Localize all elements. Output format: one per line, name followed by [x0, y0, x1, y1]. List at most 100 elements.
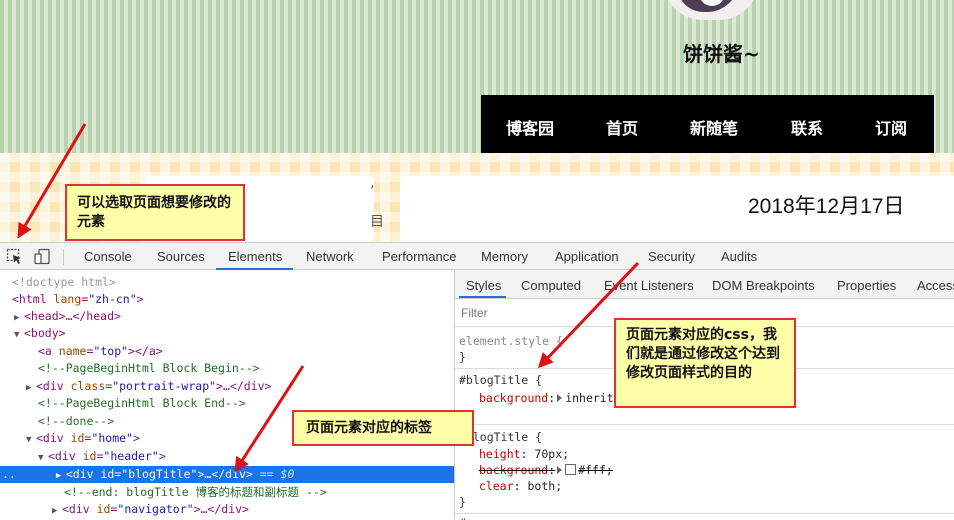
- tag-text: <head>…</head>: [24, 309, 121, 323]
- element-style-close: }: [459, 350, 466, 364]
- tab-elements[interactable]: Elements: [228, 249, 282, 264]
- attr-name: class: [70, 379, 106, 393]
- comment-text: <!--done-->: [38, 414, 115, 428]
- rule1-selector[interactable]: #blogTitle {: [459, 372, 542, 388]
- nav-item-new-post[interactable]: 新随笔: [690, 115, 738, 139]
- css-value[interactable]: 70px;: [534, 447, 569, 461]
- rule-separator: [455, 513, 954, 514]
- tab-console[interactable]: Console: [84, 249, 132, 264]
- dom-node-navigator[interactable]: ▶ <div id="navigator">…</div>: [52, 501, 249, 518]
- tag-text: <div: [48, 449, 83, 463]
- blog-title[interactable]: 饼饼酱~: [683, 38, 760, 67]
- element-style-selector[interactable]: element.style {: [459, 333, 563, 349]
- collapse-triangle-icon[interactable]: ▼: [26, 432, 36, 449]
- subtab-styles[interactable]: Styles: [466, 278, 501, 293]
- attr-name: name: [58, 344, 87, 358]
- dom-node-header[interactable]: ▼ <div id="header">: [38, 448, 166, 465]
- expand-triangle-icon[interactable]: ▶: [56, 468, 66, 485]
- tag-text: <div: [36, 379, 71, 393]
- callout-tag-text: 页面元素对应的标签: [306, 420, 432, 436]
- tag-close: >…</div>: [216, 379, 272, 393]
- dom-node-comment-done[interactable]: <!--done-->: [38, 413, 114, 430]
- css-property[interactable]: clear: [479, 479, 514, 493]
- tag-text: <html: [12, 292, 54, 306]
- tab-application[interactable]: Application: [555, 249, 619, 264]
- tab-memory[interactable]: Memory: [481, 249, 528, 264]
- tag-close: >: [132, 431, 140, 445]
- comment-text: <!--PageBeginHtml Block Begin-->: [38, 361, 260, 375]
- selected-marker: == $0: [252, 467, 295, 481]
- rule2-background-decl-overridden[interactable]: background: #fff;: [479, 462, 613, 478]
- attr-value: "portrait-wrap": [112, 379, 217, 393]
- rule-separator: [455, 424, 954, 425]
- css-value[interactable]: both;: [528, 479, 563, 493]
- css-property[interactable]: height: [479, 447, 521, 461]
- dom-node-doctype[interactable]: <!doctype html>: [12, 274, 116, 291]
- dom-node-a-top[interactable]: <a name="top"></a>: [38, 343, 163, 360]
- collapse-triangle-icon[interactable]: ▼: [14, 327, 24, 344]
- tag-close: >…</div>: [193, 502, 249, 516]
- tag-close: >…</div>: [197, 467, 253, 481]
- css-property[interactable]: background: [479, 391, 548, 405]
- tag-close: >: [136, 292, 144, 306]
- tag-text: <div: [36, 431, 71, 445]
- color-swatch[interactable]: [565, 464, 577, 475]
- tab-sources[interactable]: Sources: [157, 249, 205, 264]
- attr-name: id: [96, 502, 111, 516]
- dom-node-comment-blogtitle[interactable]: <!--end: blogTitle 博客的标题和副标题 -->: [64, 484, 327, 501]
- css-value[interactable]: inherit: [565, 391, 613, 405]
- tag-text: <div: [62, 502, 97, 516]
- collapse-triangle-icon[interactable]: ▼: [38, 450, 48, 467]
- css-property[interactable]: background: [479, 463, 548, 477]
- devtools-tabbar: Console Sources Elements Network Perform…: [0, 242, 954, 270]
- tag-close: >: [158, 449, 166, 463]
- comment-text: <!--end: blogTitle 博客的标题和副标题 -->: [64, 485, 327, 499]
- attr-name: id: [82, 449, 97, 463]
- dom-node-head[interactable]: ▶ <head>…</head>: [14, 308, 121, 325]
- rule1-background-decl[interactable]: background: inherit: [479, 390, 614, 406]
- expand-triangle-icon[interactable]: ▶: [52, 503, 62, 520]
- subtab-accessibility[interactable]: Access: [917, 278, 954, 293]
- tab-network[interactable]: Network: [306, 249, 354, 264]
- dom-node-home[interactable]: ▼ <div id="home">: [26, 430, 140, 447]
- subtab-properties[interactable]: Properties: [837, 278, 896, 293]
- dom-node-comment-end[interactable]: <!--PageBeginHtml Block End-->: [38, 395, 246, 412]
- callout-css: 页面元素对应的css，我们就是通过修改这个达到修改页面样式的目的: [614, 318, 796, 408]
- attr-value: "home": [91, 431, 133, 445]
- attr-value: "navigator": [117, 502, 194, 516]
- css-value[interactable]: #fff;: [578, 463, 613, 477]
- attr-name: id: [70, 431, 85, 445]
- subtab-event-listeners[interactable]: Event Listeners: [604, 278, 694, 293]
- dom-node-portrait-wrap[interactable]: ▶ <div class="portrait-wrap">…</div>: [26, 378, 271, 395]
- inspect-element-icon[interactable]: [6, 248, 24, 265]
- dom-node-blogtitle-selected[interactable]: .. ▶ <div id="blogTitle">…</div> == $0: [0, 466, 454, 483]
- attr-value: "zh-cn": [88, 292, 137, 306]
- nav-item-home[interactable]: 首页: [606, 115, 638, 139]
- dom-node-comment-begin[interactable]: <!--PageBeginHtml Block Begin-->: [38, 360, 260, 377]
- dom-node-html[interactable]: <html lang="zh-cn">: [12, 291, 144, 308]
- device-toolbar-icon[interactable]: [33, 248, 51, 265]
- devtools-panel: Console Sources Elements Network Perform…: [0, 242, 954, 520]
- sidebar-card-text-top: ’: [370, 184, 375, 200]
- expand-triangle-icon[interactable]: ▶: [26, 380, 36, 397]
- doctype-text: <!doctype html>: [12, 275, 116, 289]
- subtab-computed[interactable]: Computed: [521, 278, 581, 293]
- tab-audits[interactable]: Audits: [721, 249, 757, 264]
- rule2-clear-decl[interactable]: clear: both;: [479, 478, 562, 494]
- callout-css-text: 页面元素对应的css，我们就是通过修改这个达到修改页面样式的目的: [626, 327, 780, 381]
- attr-value: "header": [103, 449, 159, 463]
- expand-value-icon[interactable]: [557, 466, 563, 474]
- nav-item-contact[interactable]: 联系: [791, 115, 823, 139]
- tab-performance[interactable]: Performance: [382, 249, 456, 264]
- tag-text: <body>: [24, 326, 66, 340]
- nav-item-subscribe[interactable]: 订阅: [875, 115, 907, 139]
- rule2-height-decl[interactable]: height: 70px;: [479, 446, 569, 462]
- rule3-selector[interactable]: #: [459, 515, 466, 520]
- dom-node-body[interactable]: ▼ <body>: [14, 325, 66, 342]
- nav-item-cnblogs[interactable]: 博客园: [506, 115, 554, 139]
- tab-security[interactable]: Security: [648, 249, 695, 264]
- selection-prefix: ..: [2, 467, 16, 481]
- subtab-dom-breakpoints[interactable]: DOM Breakpoints: [712, 278, 815, 293]
- expand-value-icon[interactable]: [557, 394, 563, 402]
- toolbar-separator: [63, 249, 64, 265]
